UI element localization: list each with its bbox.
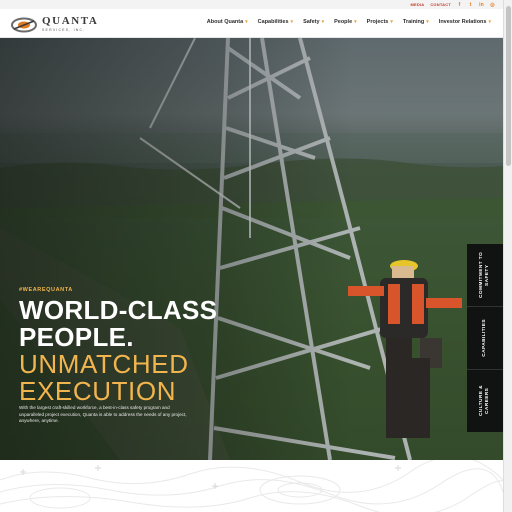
nav-item-investor-relations[interactable]: Investor Relations ▾ xyxy=(439,19,491,25)
side-tab-culture-careers[interactable]: CULTURE & CAREERS xyxy=(467,370,503,432)
utility-bar: MEDIA CONTACT f t in ◎ xyxy=(0,0,503,9)
site-header: QUANTA SERVICES, INC. About Quanta ▾ Capa… xyxy=(0,9,503,38)
logo[interactable]: QUANTA SERVICES, INC. xyxy=(10,14,97,36)
chevron-down-icon: ▾ xyxy=(390,19,393,25)
facebook-icon[interactable]: f xyxy=(457,2,462,8)
side-tab-capabilities[interactable]: CAPABILITIES xyxy=(467,307,503,370)
nav-item-training[interactable]: Training ▾ xyxy=(403,19,429,25)
linkedin-icon[interactable]: in xyxy=(479,2,484,8)
nav-label: Capabilities xyxy=(257,19,289,25)
headline-line-accent: UNMATCHED xyxy=(19,349,189,379)
chevron-down-icon: ▾ xyxy=(354,19,357,25)
hero-hashtag: #WEAREQUANTA xyxy=(19,287,73,293)
logo-name: QUANTA xyxy=(42,15,99,27)
side-tab-label: CULTURE & CAREERS xyxy=(479,385,490,417)
contact-link[interactable]: CONTACT xyxy=(430,2,451,7)
nav-label: Investor Relations xyxy=(438,19,487,25)
hero-headline: WORLD-CLASS PEOPLE. UNMATCHED EXECUTION xyxy=(19,297,217,405)
headline-line: WORLD-CLASS xyxy=(19,295,218,325)
headline-line: PEOPLE. xyxy=(19,322,134,352)
scrollbar-thumb[interactable] xyxy=(506,6,511,166)
nav-label: Safety xyxy=(303,19,320,25)
chevron-down-icon: ▾ xyxy=(245,19,248,25)
topographic-pattern xyxy=(0,460,503,512)
headline-line-accent: EXECUTION xyxy=(19,376,177,406)
nav-item-safety[interactable]: Safety ▾ xyxy=(303,19,324,25)
logo-mark-icon xyxy=(11,17,37,33)
topographic-pattern-section xyxy=(0,460,503,512)
logo-subtitle: SERVICES, INC. xyxy=(42,28,86,32)
nav-label: Training xyxy=(402,19,425,25)
side-tab-panel: COMMITMENT TO SAFETY CAPABILITIES CULTUR… xyxy=(467,244,503,432)
hero-description: With the largest craft-skilled workforce… xyxy=(19,405,187,424)
instagram-icon[interactable]: ◎ xyxy=(490,2,495,8)
side-tab-label: COMMITMENT TO SAFETY xyxy=(479,251,490,299)
nav-label: About Quanta xyxy=(206,19,244,25)
nav-item-people[interactable]: People ▾ xyxy=(334,19,357,25)
side-tab-label: CAPABILITIES xyxy=(482,319,487,357)
chevron-down-icon: ▾ xyxy=(426,19,429,25)
chevron-down-icon: ▾ xyxy=(321,19,325,25)
page: MEDIA CONTACT f t in ◎ QUANTA SERVICES, … xyxy=(0,0,512,512)
nav-item-about-quanta[interactable]: About Quanta ▾ xyxy=(207,19,248,25)
side-tab-commitment-to-safety[interactable]: COMMITMENT TO SAFETY xyxy=(467,244,503,307)
nav-item-projects[interactable]: Projects ▾ xyxy=(367,19,393,25)
twitter-icon[interactable]: t xyxy=(468,2,473,8)
media-link[interactable]: MEDIA xyxy=(410,2,424,7)
nav-label: Projects xyxy=(366,19,389,25)
nav-item-capabilities[interactable]: Capabilities ▾ xyxy=(258,19,293,25)
page-scrollbar[interactable] xyxy=(503,0,512,512)
main-nav: About Quanta ▾ Capabilities ▾ Safety ▾ Peop… xyxy=(207,19,491,25)
chevron-down-icon: ▾ xyxy=(488,19,491,25)
chevron-down-icon: ▾ xyxy=(290,19,294,25)
nav-label: People xyxy=(334,19,353,25)
